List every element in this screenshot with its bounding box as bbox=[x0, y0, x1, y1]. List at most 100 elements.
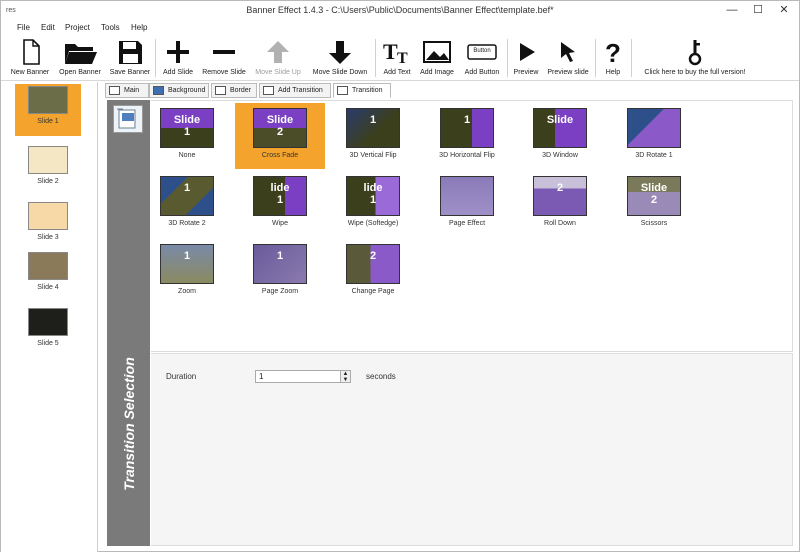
add-text-button[interactable]: TT Add Text bbox=[378, 37, 416, 81]
add-slide-button[interactable]: Add Slide bbox=[158, 37, 198, 81]
image-icon bbox=[423, 41, 451, 63]
toolbar: New Banner Open Banner Save Banner Add S… bbox=[1, 35, 799, 81]
remove-slide-button[interactable]: Remove Slide bbox=[200, 37, 248, 81]
transition-label: 3D Vertical Flip bbox=[349, 152, 397, 159]
add-image-button[interactable]: Add Image bbox=[417, 37, 457, 81]
transition-thumbnail-text: lide 1 bbox=[363, 182, 383, 206]
toolbar-separator bbox=[507, 39, 508, 77]
slide-item[interactable]: Slide 2 bbox=[15, 144, 81, 196]
tab-add-transition-icon bbox=[263, 86, 274, 95]
minimize-button[interactable]: — bbox=[719, 1, 745, 19]
tab-border-label: Border bbox=[230, 87, 252, 94]
open-banner-label: Open Banner bbox=[59, 69, 101, 76]
text-icon: TT bbox=[383, 39, 408, 67]
tab-background[interactable]: Background bbox=[149, 83, 209, 98]
preview-button[interactable]: Preview bbox=[509, 37, 543, 81]
transition-item[interactable]: Slide 1 None bbox=[142, 103, 232, 169]
tab-border-icon bbox=[215, 86, 226, 95]
duration-spinner[interactable]: ▲ ▼ bbox=[340, 370, 351, 383]
duration-unit: seconds bbox=[366, 372, 396, 381]
transition-item[interactable]: Slide 2 Cross Fade bbox=[235, 103, 325, 169]
transition-item[interactable]: 2 Change Page bbox=[328, 239, 418, 305]
new-banner-button[interactable]: New Banner bbox=[7, 37, 53, 81]
toolbar-separator bbox=[375, 39, 376, 77]
duration-label: Duration bbox=[166, 372, 197, 381]
slide-label: Slide 1 bbox=[37, 118, 59, 125]
transition-item[interactable]: 1 Page Zoom bbox=[235, 239, 325, 305]
slide-thumbnail bbox=[28, 252, 68, 280]
slide-item[interactable]: Slide 1 bbox=[15, 84, 81, 136]
tab-transition-label: Transition bbox=[352, 87, 383, 94]
key-icon bbox=[688, 40, 702, 66]
tab-transition[interactable]: Transition bbox=[333, 83, 391, 98]
transition-thumbnail: 1 bbox=[160, 244, 214, 284]
transition-item[interactable]: Slide 2 Scissors bbox=[609, 171, 699, 237]
open-banner-button[interactable]: Open Banner bbox=[55, 37, 105, 81]
transition-item[interactable]: lide 1 Wipe (Softedge) bbox=[328, 171, 418, 237]
transition-thumbnail: lide 1 bbox=[253, 176, 307, 216]
tab-main[interactable]: Main bbox=[105, 83, 149, 98]
slide-thumbnail bbox=[28, 202, 68, 230]
question-mark-icon: ? bbox=[605, 38, 621, 67]
slide-item[interactable]: Slide 5 bbox=[15, 306, 81, 358]
transition-label: 3D Horizontal Flip bbox=[439, 152, 495, 159]
add-button-button[interactable]: Button Add Button bbox=[460, 37, 504, 81]
transition-item[interactable]: 1 Zoom bbox=[142, 239, 232, 305]
minus-icon bbox=[213, 50, 235, 54]
transition-item[interactable]: 1 3D Vertical Flip bbox=[328, 103, 418, 169]
transition-item[interactable]: Page Effect bbox=[422, 171, 512, 237]
menu-project[interactable]: Project bbox=[65, 23, 90, 32]
close-button[interactable]: ✕ bbox=[771, 1, 797, 19]
tab-add-transition[interactable]: Add Transition bbox=[259, 83, 331, 98]
transition-page-icon bbox=[113, 105, 143, 133]
slide-item[interactable]: Slide 3 bbox=[15, 200, 81, 252]
menu-tools[interactable]: Tools bbox=[101, 23, 120, 32]
slide-list[interactable]: Slide 1 Slide 2 Slide 3 Slide 4 Slide 5 bbox=[1, 82, 98, 552]
transition-thumbnail-text: Slide 2 bbox=[266, 114, 294, 138]
tab-border[interactable]: Border bbox=[211, 83, 257, 98]
transition-item[interactable]: 3D Rotate 1 bbox=[609, 103, 699, 169]
transition-settings-panel bbox=[151, 353, 793, 546]
menu-edit[interactable]: Edit bbox=[41, 23, 55, 32]
duration-input[interactable]: 1 bbox=[255, 370, 351, 383]
save-icon bbox=[119, 41, 142, 64]
transition-thumbnail bbox=[440, 176, 494, 216]
new-file-icon bbox=[23, 39, 40, 65]
transition-thumbnail: Slide 2 bbox=[253, 108, 307, 148]
menu-file[interactable]: File bbox=[17, 23, 30, 32]
transition-label: Wipe bbox=[272, 220, 288, 227]
transition-item[interactable]: 1 3D Rotate 2 bbox=[142, 171, 232, 237]
menu-bar: File Edit Project Tools Help bbox=[1, 21, 799, 35]
menu-help[interactable]: Help bbox=[131, 23, 147, 32]
transition-item[interactable]: lide 1 Wipe bbox=[235, 171, 325, 237]
move-slide-up-button[interactable]: Move Slide Up bbox=[251, 37, 305, 81]
transition-item[interactable]: 1 3D Horizontal Flip bbox=[422, 103, 512, 169]
transition-label: Scissors bbox=[640, 220, 668, 227]
help-label: Help bbox=[605, 69, 621, 76]
slide-item[interactable]: Slide 4 bbox=[15, 250, 81, 302]
toolbar-separator bbox=[595, 39, 596, 77]
transition-thumbnail: 1 bbox=[440, 108, 494, 148]
preview-slide-label: Preview slide bbox=[547, 69, 589, 76]
transition-item[interactable]: Slide 3D Window bbox=[515, 103, 605, 169]
tab-transition-icon bbox=[337, 86, 348, 95]
transition-thumbnail: Slide bbox=[533, 108, 587, 148]
add-text-label: Add Text bbox=[383, 69, 411, 76]
preview-slide-button[interactable]: Preview slide bbox=[544, 37, 592, 81]
cursor-play-icon bbox=[561, 42, 575, 62]
transition-thumbnail-text: Slide 1 bbox=[173, 114, 201, 138]
move-slide-down-button[interactable]: Move Slide Down bbox=[307, 37, 373, 81]
help-button[interactable]: ? Help bbox=[598, 37, 628, 81]
svg-text:T: T bbox=[383, 39, 398, 64]
transition-label: Page Zoom bbox=[261, 288, 299, 295]
save-banner-button[interactable]: Save Banner bbox=[107, 37, 153, 81]
tab-background-icon bbox=[153, 86, 164, 95]
buy-full-version-button[interactable]: Click here to buy the full version! bbox=[635, 37, 755, 81]
transition-thumbnail-text: 1 bbox=[276, 250, 284, 262]
transition-item[interactable]: 2 Roll Down bbox=[515, 171, 605, 237]
transition-label: 3D Rotate 1 bbox=[635, 152, 673, 159]
title-bar: res Banner Effect 1.4.3 - C:\Users\Publi… bbox=[1, 1, 799, 21]
maximize-button[interactable]: ☐ bbox=[745, 1, 771, 19]
spin-down-icon[interactable]: ▼ bbox=[343, 377, 349, 383]
transition-thumbnail: 1 bbox=[253, 244, 307, 284]
